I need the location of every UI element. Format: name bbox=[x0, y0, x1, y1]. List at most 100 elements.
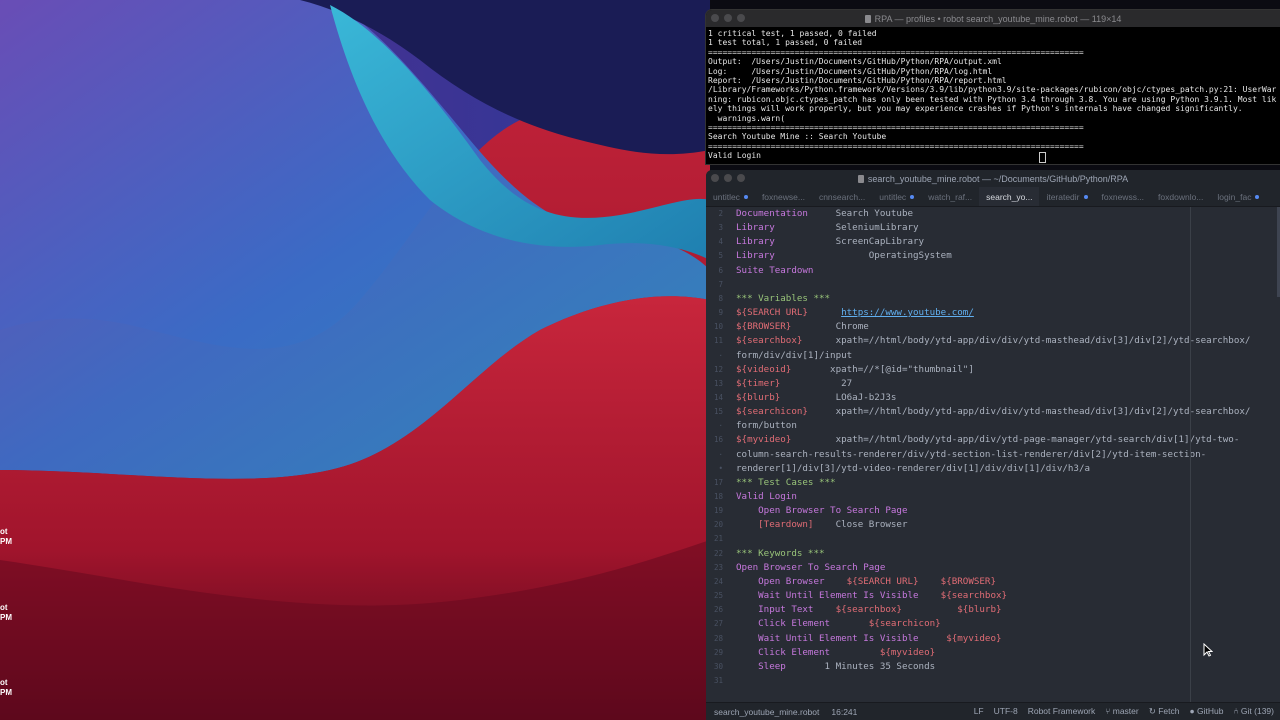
code-token: ${myvideo} bbox=[736, 434, 836, 446]
line-number: 13 bbox=[713, 378, 723, 388]
editor-tab-label: untitlec bbox=[879, 191, 907, 202]
code-text: Click Element ${searchicon} bbox=[736, 617, 941, 631]
terminal-output[interactable]: 1 critical test, 1 passed, 0 failed 1 tes… bbox=[706, 27, 1280, 161]
editor-tab[interactable]: watch_raf... bbox=[921, 187, 979, 206]
line-number: 21 bbox=[713, 534, 723, 544]
wallpaper-art bbox=[0, 0, 710, 720]
line-number: 29 bbox=[713, 647, 723, 657]
editor-titlebar[interactable]: search_youtube_mine.robot — ~/Documents/… bbox=[706, 170, 1280, 187]
line-number: 26 bbox=[713, 605, 723, 615]
line-number: · bbox=[718, 449, 723, 459]
code-token: ${myvideo} bbox=[946, 632, 1002, 644]
line-number: 27 bbox=[713, 619, 723, 629]
close-window-button[interactable] bbox=[711, 174, 719, 182]
code-token: Click Element bbox=[736, 618, 869, 630]
line-number: 25 bbox=[713, 591, 723, 601]
code-token: Library bbox=[736, 222, 836, 234]
code-token: 1 Minutes 35 Seconds bbox=[824, 660, 936, 672]
terminal-cursor bbox=[1039, 152, 1046, 163]
desktop-item-label[interactable]: ot PM bbox=[0, 527, 12, 547]
code-token: ${searchbox} bbox=[736, 335, 836, 347]
code-token: Input Text bbox=[736, 604, 836, 616]
terminal-line: warnings.warn( bbox=[708, 113, 786, 123]
code-token: Sleep bbox=[736, 660, 825, 672]
desktop-item-label[interactable]: ot PM bbox=[0, 678, 12, 698]
editor-tab[interactable]: untitlec bbox=[706, 187, 755, 206]
status-encoding[interactable]: UTF-8 bbox=[994, 706, 1018, 717]
code-text: Open Browser To Search Page bbox=[736, 561, 885, 575]
editor-tab[interactable]: login_fac bbox=[1210, 187, 1266, 206]
line-number: 4 bbox=[718, 237, 723, 247]
editor-tab[interactable]: foxnewss... bbox=[1095, 187, 1152, 206]
status-grammar[interactable]: Robot Framework bbox=[1028, 706, 1096, 717]
line-number: 17 bbox=[713, 477, 723, 487]
modified-dot-icon bbox=[910, 194, 915, 199]
editor-tab[interactable]: foxnewse... bbox=[755, 187, 812, 206]
status-cursor-position[interactable]: 16:241 bbox=[831, 707, 857, 717]
code-text: Click Element ${myvideo} bbox=[736, 646, 935, 660]
terminal-line: ========================================… bbox=[708, 47, 1084, 57]
line-number: 15 bbox=[713, 407, 723, 417]
zoom-window-button[interactable] bbox=[737, 174, 745, 182]
editor-tab-label: iteratedir bbox=[1046, 191, 1080, 202]
code-text: ${SEARCH URL} https://www.youtube.com/ bbox=[736, 306, 974, 320]
code-token: form/div/div[1]/input bbox=[736, 349, 853, 361]
zoom-window-button[interactable] bbox=[737, 14, 745, 22]
editor-tab[interactable]: untitlec bbox=[872, 187, 921, 206]
code-text: ${BROWSER} Chrome bbox=[736, 320, 869, 334]
line-number: 19 bbox=[713, 506, 723, 516]
status-fetch-button[interactable]: ↻ Fetch bbox=[1149, 706, 1180, 717]
status-github-button[interactable]: ● GitHub bbox=[1189, 706, 1223, 717]
minimize-window-button[interactable] bbox=[724, 14, 732, 22]
code-link[interactable]: https://www.youtube.com/ bbox=[841, 307, 974, 318]
code-text: Suite Teardown bbox=[736, 264, 813, 278]
close-window-button[interactable] bbox=[711, 14, 719, 22]
editor-window[interactable]: search_youtube_mine.robot — ~/Documents/… bbox=[706, 170, 1280, 720]
git-branch-icon: ⑂ bbox=[1105, 706, 1113, 716]
editor-tab[interactable]: iteratedir bbox=[1039, 187, 1094, 206]
line-number: 12 bbox=[713, 364, 723, 374]
code-token: Library bbox=[736, 250, 869, 262]
code-token: LO6aJ-b2J3s bbox=[835, 391, 897, 403]
line-number: 11 bbox=[713, 336, 723, 346]
terminal-line: 1 critical test, 1 passed, 0 failed bbox=[708, 29, 877, 38]
code-token: Search Youtube bbox=[835, 208, 914, 219]
line-number: 8 bbox=[718, 293, 723, 303]
code-text: Library OperatingSystem bbox=[736, 249, 952, 263]
modified-dot-icon bbox=[1083, 194, 1088, 199]
line-number: 30 bbox=[713, 661, 723, 671]
line-number: • bbox=[718, 463, 723, 473]
desktop-item-label[interactable]: ot PM bbox=[0, 603, 12, 623]
code-text: ${blurb} LO6aJ-b2J3s bbox=[736, 391, 896, 405]
terminal-titlebar[interactable]: RPA — profiles • robot search_youtube_mi… bbox=[706, 10, 1280, 27]
code-token: ${BROWSER} bbox=[736, 321, 836, 333]
status-line-ending[interactable]: LF bbox=[974, 706, 984, 717]
code-token: ${searchbox} ${blurb} bbox=[835, 604, 1002, 616]
status-git-button[interactable]: ⑃ Git (139) bbox=[1233, 706, 1274, 717]
modified-dot-icon bbox=[1255, 194, 1260, 199]
code-token: renderer[1]/div[3]/ytd-video-renderer/di… bbox=[736, 462, 1091, 474]
terminal-window[interactable]: RPA — profiles • robot search_youtube_mi… bbox=[706, 10, 1280, 164]
code-token: ${searchbox} bbox=[940, 590, 1008, 602]
code-text: [Teardown] Close Browser bbox=[736, 518, 907, 532]
status-bar: search_youtube_mine.robot 16:241 LF UTF-… bbox=[706, 702, 1280, 720]
editor-tab-label: watch_raf... bbox=[928, 191, 973, 202]
editor-tab-label: foxdownlo... bbox=[1158, 191, 1204, 202]
editor-tab[interactable]: foxdownlo... bbox=[1151, 187, 1210, 206]
code-token: Documentation bbox=[736, 208, 836, 219]
code-text: *** Test Cases *** bbox=[736, 476, 836, 490]
terminal-line: Log: /Users/Justin/Documents/GitHub/Pyth… bbox=[708, 66, 993, 76]
code-text: column-search-results-renderer/div/ytd-s… bbox=[736, 448, 1206, 462]
minimize-window-button[interactable] bbox=[724, 174, 732, 182]
editor-tab[interactable]: cnnsearch... bbox=[812, 187, 872, 206]
code-token: ${timer} bbox=[736, 377, 842, 389]
status-file-name[interactable]: search_youtube_mine.robot bbox=[714, 707, 819, 717]
editor-tab[interactable]: search_yo... bbox=[979, 187, 1040, 206]
code-token: ${SEARCH URL} bbox=[736, 307, 842, 319]
status-branch[interactable]: ⑂ master bbox=[1105, 706, 1138, 717]
mouse-pointer-icon bbox=[1203, 643, 1213, 657]
code-token: Valid Login bbox=[736, 491, 797, 502]
code-editor[interactable]: 2 Documentation Search Youtube 3 Library Se… bbox=[706, 207, 1280, 703]
line-number: 16 bbox=[713, 435, 723, 445]
modified-dot-icon bbox=[743, 194, 748, 199]
